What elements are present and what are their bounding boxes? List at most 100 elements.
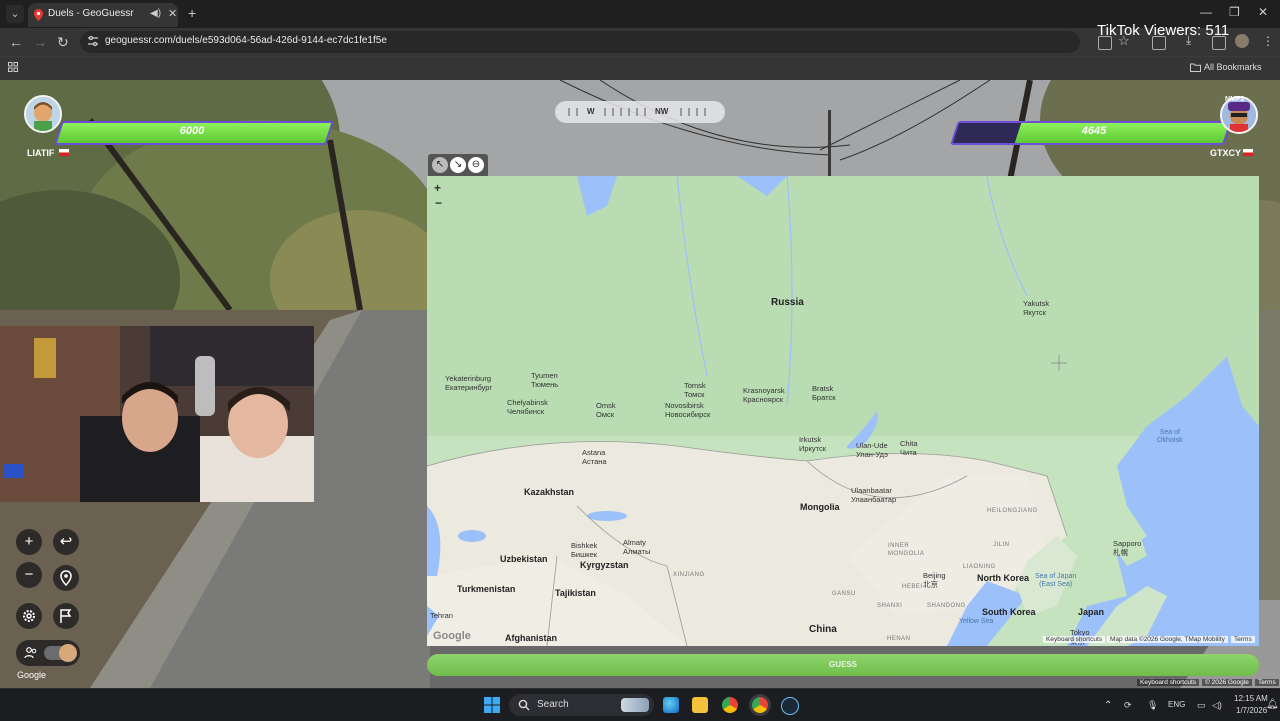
map-label-city: Bratsk Братск (812, 384, 836, 402)
map-label-city: Yakutsk Якутск (1023, 299, 1050, 317)
player1-flag-icon (59, 149, 69, 156)
zoom-in-button[interactable]: + (16, 529, 42, 555)
restore-button[interactable]: ❐ (1229, 5, 1240, 19)
map-size-controls: ↖ ↘ ⊖ (428, 154, 488, 176)
users-icon (24, 647, 37, 659)
map-label-sea: Yellow Sea (959, 618, 994, 625)
map-label-province: HEILONGJIANG (987, 508, 1038, 514)
guess-button[interactable]: GUESS (427, 654, 1259, 676)
new-tab-button[interactable]: + (188, 5, 196, 21)
map-label-city: Tomsk Томск (684, 381, 706, 399)
chrome-icon[interactable] (722, 697, 738, 713)
tray-overflow-icon[interactable]: ⌃ (1104, 700, 1112, 711)
map-terms-link[interactable]: Terms (1231, 636, 1255, 643)
map-label-sea: Sea of Okhotsk (1157, 429, 1183, 444)
flag-button[interactable] (53, 603, 79, 629)
map-label-country: Russia (771, 297, 804, 308)
map-keyboard-shortcuts[interactable]: Keyboard shortcuts (1043, 636, 1106, 643)
notifications-icon[interactable]: 🔔︎ (1266, 699, 1279, 710)
map-label-country: Kazakhstan (524, 487, 575, 497)
tab-title: Duels - GeoGuessr (48, 8, 134, 19)
reload-button[interactable]: ↻ (57, 34, 69, 51)
map-enlarge-icon[interactable]: ↘ (450, 157, 466, 173)
map-zoom-out-button[interactable]: − (435, 196, 442, 210)
close-window-button[interactable]: ✕ (1258, 5, 1268, 19)
microphone-icon[interactable]: 🎙︎ (1147, 700, 1158, 711)
player2-flag-icon (1243, 149, 1253, 156)
map-label-country: Kyrgyzstan (580, 560, 629, 570)
flag-icon (60, 609, 72, 623)
team-toggle[interactable] (16, 640, 80, 666)
map-label-province: SHANXI (877, 603, 903, 609)
map-google-logo: Google (433, 630, 471, 642)
map-label-province: HENAN (887, 636, 911, 642)
steam-icon[interactable] (781, 697, 799, 715)
map-zoom-in-button[interactable]: + (434, 181, 441, 195)
map-label-city: Beijing 北京 (923, 571, 946, 589)
apps-grid-icon[interactable] (8, 62, 18, 72)
taskbar-search[interactable]: Search (509, 694, 654, 716)
map-label-province: JILIN (993, 542, 1010, 548)
compass-west: W (587, 107, 595, 116)
geoguessr-pin-icon (34, 9, 43, 21)
map-label-city: Chelyabinsk Челябинск (507, 398, 548, 416)
avatar-character-icon (26, 97, 60, 131)
forward-button[interactable]: → (33, 34, 47, 50)
player1-name: LIATIF (27, 148, 55, 158)
map-pin-icon[interactable]: ⊖ (468, 157, 484, 173)
guess-button-label: GUESS (828, 660, 857, 669)
toolbar: ← → ↻ geoguessr.com/duels/e593d064-56ad-… (0, 28, 1280, 56)
player2-name: GTXCY (1210, 148, 1242, 158)
map-label-city: Bishkek Бишкек (571, 541, 598, 559)
map-shrink-icon[interactable]: ↖ (432, 157, 448, 173)
browser-menu-icon[interactable]: ⋮ (1262, 34, 1274, 48)
browser-tab[interactable]: Duels - GeoGuessr ◀) ✕ (28, 3, 178, 27)
sync-icon[interactable]: ⟳ (1124, 700, 1132, 711)
settings-button[interactable] (16, 603, 42, 629)
map-label-city: Omsk Омск (596, 401, 616, 419)
minimize-button[interactable]: — (1200, 5, 1212, 19)
taskbar: Search ⌃ ⟳ 🎙︎ ENG ▭ ◁) 12:15 AM 1/7/2026… (0, 688, 1280, 721)
clock-time[interactable]: 12:15 AM (1234, 694, 1268, 703)
map-label-city: Ulaanbaatar Улаанбаатар (851, 486, 897, 504)
windows-start-icon[interactable] (484, 697, 500, 713)
return-to-start-button[interactable] (53, 565, 79, 591)
edge-icon[interactable] (663, 697, 679, 713)
address-bar[interactable]: geoguessr.com/duels/e593d064-56ad-426d-9… (80, 31, 1080, 53)
map-label-province: INNER MONGOLIA (888, 543, 925, 557)
map-label-city: Astana Астана (582, 448, 607, 466)
clock-date[interactable]: 1/7/2026 (1236, 706, 1267, 715)
map-label-country: Tajikistan (555, 588, 596, 598)
volume-icon[interactable]: ◁) (1212, 700, 1222, 711)
speaker-icon[interactable]: ◀) (150, 8, 161, 19)
map-label-country: Japan (1078, 607, 1105, 617)
chrome-active-icon[interactable] (752, 697, 768, 713)
map-label-province: LIAONING (963, 564, 996, 570)
sv-keyboard-shortcuts[interactable]: Keyboard shortcuts (1137, 679, 1200, 686)
site-info-icon[interactable] (87, 35, 99, 47)
map-label-province: HEBEI (902, 584, 923, 590)
zoom-out-button[interactable]: − (16, 562, 42, 588)
map-label-country: South Korea (982, 607, 1036, 617)
map-label-city: Irkutsk Иркутск (799, 435, 827, 453)
tab-search-button[interactable]: ⌄ (6, 5, 24, 23)
undo-move-button[interactable]: ↩ (53, 529, 79, 555)
language-indicator[interactable]: ENG (1168, 700, 1185, 709)
map-label-city: Tyumen Тюмень (531, 371, 559, 389)
search-placeholder: Search (537, 699, 569, 710)
back-button[interactable]: ← (9, 34, 23, 50)
webcam-overlay (0, 326, 314, 502)
map-label-city: Sapporo 札幌 (1113, 539, 1142, 557)
all-bookmarks-button[interactable]: All Bookmarks (1204, 62, 1262, 72)
sv-terms-link[interactable]: Terms (1255, 679, 1279, 686)
player2-badge: NMP2 (1225, 96, 1245, 103)
network-icon[interactable]: ▭ (1197, 700, 1206, 711)
map-label-country: Mongolia (800, 502, 840, 512)
profile-avatar[interactable] (1235, 34, 1249, 48)
map-canvas (427, 176, 1259, 646)
close-tab-icon[interactable]: ✕ (168, 7, 177, 20)
file-explorer-icon[interactable] (692, 697, 708, 713)
guess-map[interactable]: + − Russia Kazakhstan Mongolia China Uzb… (427, 176, 1259, 646)
map-label-city: Ulan-Ude Улан-Удэ (856, 441, 888, 459)
player2-health-value: 4645 (1081, 125, 1107, 137)
